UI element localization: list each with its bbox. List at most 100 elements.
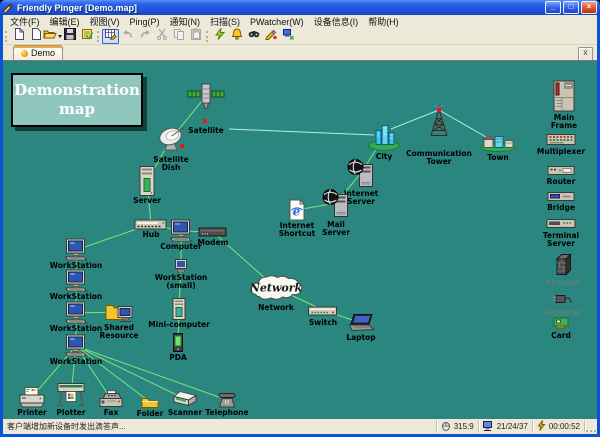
undo-button[interactable] — [119, 29, 136, 44]
network-cloud-label: Network — [258, 304, 294, 312]
design-mode-button[interactable] — [102, 29, 119, 44]
telephone-icon[interactable] — [217, 392, 238, 408]
menu-item-help[interactable]: 帮助(H) — [363, 15, 404, 28]
switch-icon[interactable] — [308, 304, 338, 317]
network-cloud-icon[interactable]: Network — [247, 273, 305, 304]
new-map-button[interactable] — [10, 29, 27, 44]
pen-watcher-button[interactable] — [262, 29, 279, 44]
new-page-icon — [13, 27, 25, 45]
firewall-icon[interactable] — [555, 254, 572, 277]
firewall-label: Firewall — [546, 279, 580, 287]
plotter-icon[interactable] — [56, 382, 87, 408]
network-trace-icon — [282, 27, 294, 45]
computer-label: Computer — [160, 243, 202, 251]
telephone-label: Telephone — [205, 409, 248, 417]
open-button[interactable] — [44, 29, 61, 44]
router-icon[interactable] — [548, 164, 575, 176]
app-window: Friendly Pinger [Demo.map] _ □ × 文件(F) 编… — [0, 0, 600, 437]
grid-pen-icon — [105, 27, 117, 45]
minimize-button[interactable]: _ — [545, 1, 561, 14]
computer-icon[interactable] — [168, 220, 194, 243]
pda-icon[interactable] — [172, 333, 184, 353]
printer-icon[interactable] — [19, 387, 46, 408]
connection-marker — [203, 119, 207, 123]
save-notes-button[interactable] — [78, 29, 95, 44]
notification-button[interactable] — [228, 29, 245, 44]
workstation4-icon[interactable] — [63, 335, 89, 358]
scanner-icon[interactable] — [173, 391, 198, 407]
toolbar-gripper[interactable] — [5, 31, 7, 42]
shared-resource-label: SharedResource — [99, 324, 138, 340]
internet-shortcut-icon[interactable]: e — [289, 200, 306, 221]
map-title-line1: Demonstration — [14, 81, 140, 100]
main-frame-icon[interactable] — [552, 80, 577, 113]
resize-grip[interactable] — [585, 420, 597, 433]
network-map-canvas[interactable]: Demonstration map SatelliteSatelliteDish… — [3, 60, 597, 419]
paste-button[interactable] — [187, 29, 204, 44]
folder-icon[interactable] — [141, 395, 160, 409]
window-title: Friendly Pinger [Demo.map] — [17, 3, 543, 13]
bridge-icon[interactable] — [548, 190, 575, 202]
workstation4-label: WorkStation — [50, 358, 103, 366]
terminal-server-icon[interactable] — [547, 217, 576, 229]
toolbar-gripper[interactable] — [206, 31, 208, 42]
hub-icon[interactable] — [135, 218, 168, 231]
title-bar[interactable]: Friendly Pinger [Demo.map] _ □ × — [0, 0, 600, 15]
workstation-small-label: WorkStation(small) — [155, 274, 208, 290]
mini-computer-icon[interactable] — [172, 298, 187, 320]
server-label: Server — [133, 197, 161, 205]
town-icon[interactable] — [481, 132, 516, 152]
status-cursor-panel: 315:9 — [437, 420, 479, 433]
scanner-label: Scanner — [168, 409, 202, 417]
mail-server-icon[interactable] — [322, 188, 350, 218]
bridge-label: Bridge — [547, 204, 575, 212]
find-button[interactable] — [245, 29, 262, 44]
town-label: Town — [487, 154, 509, 162]
card-icon[interactable] — [553, 317, 570, 330]
lightning-icon — [214, 27, 226, 45]
svg-text:Network: Network — [249, 282, 303, 295]
redo-button[interactable] — [136, 29, 153, 44]
toolbar-gripper[interactable] — [97, 31, 99, 42]
workstation1-icon[interactable] — [63, 239, 89, 262]
tab-close-button[interactable]: x — [578, 47, 593, 61]
close-button[interactable]: × — [581, 1, 597, 14]
floppy-icon — [64, 27, 76, 45]
plotter-label: Plotter — [56, 409, 85, 417]
ping-button[interactable] — [211, 29, 228, 44]
internet-server-icon[interactable] — [347, 158, 375, 188]
new-page-button[interactable] — [27, 29, 44, 44]
city-icon[interactable] — [369, 123, 400, 151]
repeater-icon[interactable] — [552, 293, 573, 305]
cut-button[interactable] — [153, 29, 170, 44]
trace-button[interactable] — [279, 29, 296, 44]
menu-item-device-info[interactable]: 设备信息(I) — [309, 15, 364, 28]
status-device-counts: 21/24/37 — [497, 422, 528, 431]
modem-icon[interactable] — [199, 227, 228, 238]
notes-check-icon — [81, 27, 93, 45]
workstation-small-icon[interactable] — [174, 259, 188, 273]
connection-marker — [180, 144, 184, 148]
router-label: Router — [547, 178, 576, 186]
fax-icon[interactable] — [99, 390, 124, 408]
multiplexer-icon[interactable] — [547, 132, 576, 146]
status-bar: 客户端增加新设备时发出滴答声... 315:9 21/24/37 00:00:5… — [3, 419, 597, 434]
server-icon[interactable] — [139, 166, 156, 196]
laptop-icon[interactable] — [348, 314, 375, 332]
menu-item-ping[interactable]: Ping(P) — [125, 17, 165, 27]
svg-text:e: e — [293, 205, 301, 219]
tab-demo[interactable]: Demo — [13, 45, 63, 60]
workstation2-icon[interactable] — [63, 270, 89, 293]
status-uptime-panel: 00:00:52 — [533, 420, 585, 433]
save-button[interactable] — [61, 29, 78, 44]
menu-item-pwatcher[interactable]: PWatcher(W) — [245, 17, 309, 27]
copy-button[interactable] — [170, 29, 187, 44]
shared-resource-icon[interactable] — [105, 301, 134, 323]
lightning-icon — [537, 420, 546, 433]
copy-pages-icon — [173, 27, 185, 45]
open-folder-icon — [43, 27, 57, 45]
undo-arrow-icon — [122, 27, 134, 45]
satellite-icon[interactable] — [188, 83, 225, 110]
maximize-button[interactable]: □ — [563, 1, 579, 14]
workstation3-icon[interactable] — [63, 302, 89, 325]
